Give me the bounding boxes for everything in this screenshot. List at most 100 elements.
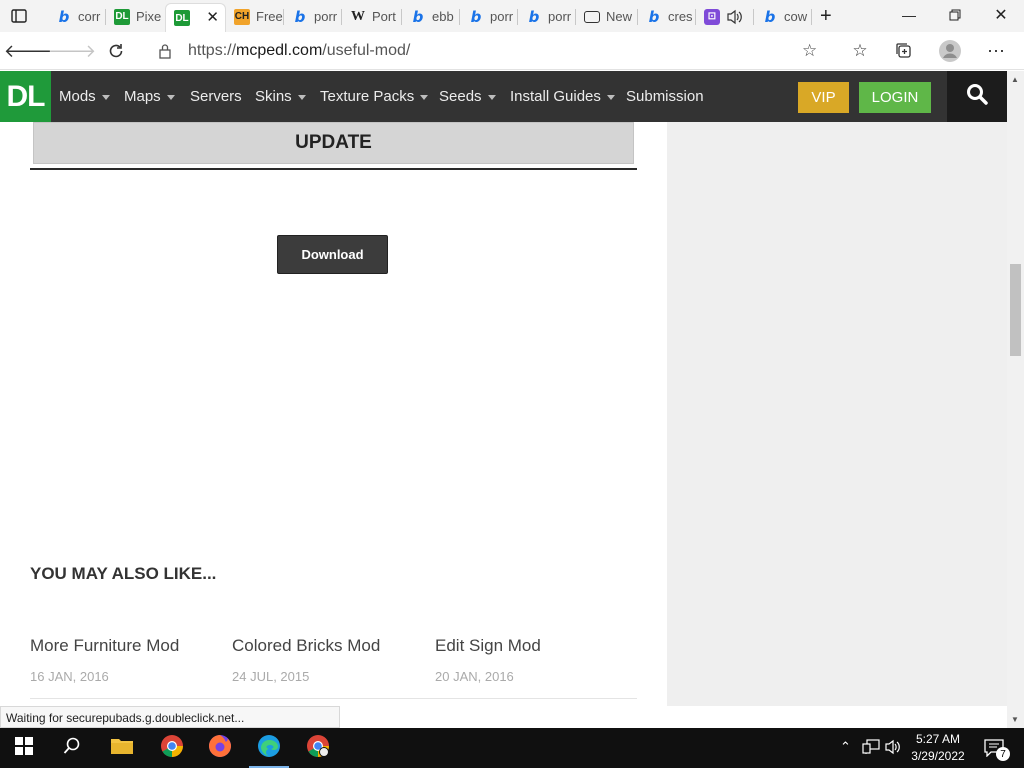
caret-down-icon <box>166 94 175 100</box>
chrome-profile-button[interactable] <box>294 728 342 768</box>
bing-icon: b <box>764 7 776 26</box>
scrollbar-thumb[interactable] <box>1010 264 1021 356</box>
scroll-down-icon[interactable]: ▼ <box>1011 715 1019 724</box>
browser-tab[interactable]: W Port <box>342 3 402 30</box>
close-window-icon[interactable]: ✕ <box>978 0 1024 30</box>
windows-icon <box>15 736 33 760</box>
ch-icon: CH <box>234 8 250 25</box>
collections-icon[interactable] <box>890 38 918 64</box>
file-explorer-button[interactable] <box>98 728 146 768</box>
nav-mods[interactable]: Mods <box>59 88 110 105</box>
chrome-icon <box>160 734 184 763</box>
scroll-up-icon[interactable]: ▲ <box>1011 75 1019 84</box>
browser-tab[interactable]: ⊡ <box>696 3 754 30</box>
divider <box>30 698 637 699</box>
browser-tab[interactable]: DL Pixe <box>106 3 164 30</box>
notification-count-badge: 7 <box>996 747 1010 761</box>
related-post-date: 20 JAN, 2016 <box>435 669 514 684</box>
browser-tab-active[interactable]: DL ✕ <box>165 3 226 32</box>
browser-tab[interactable]: b cow <box>754 3 812 30</box>
sidebar <box>667 122 1007 706</box>
related-post-title[interactable]: Edit Sign Mod <box>435 636 541 656</box>
refresh-icon[interactable] <box>102 38 130 64</box>
related-post-date: 24 JUL, 2015 <box>232 669 310 684</box>
bing-icon: b <box>412 7 424 26</box>
dl-icon: DL <box>174 10 190 26</box>
related-post-title[interactable]: More Furniture Mod <box>30 636 179 656</box>
nav-install-guides[interactable]: Install Guides <box>510 88 615 105</box>
new-tab-icon[interactable]: + <box>820 5 832 28</box>
action-center-button[interactable]: 7 <box>974 728 1014 768</box>
bing-icon: b <box>58 7 70 26</box>
twitch-icon: ⊡ <box>704 8 720 25</box>
search-icon <box>63 737 81 760</box>
taskbar: ⌃ 5:27 AM 3/29/2022 7 <box>0 728 1024 768</box>
nav-maps[interactable]: Maps <box>124 88 175 105</box>
dl-icon: DL <box>114 8 130 25</box>
related-post-title[interactable]: Colored Bricks Mod <box>232 636 380 656</box>
related-post[interactable]: Edit Sign Mod 20 JAN, 2016 <box>435 636 541 684</box>
more-options-icon[interactable]: ⋯ <box>982 38 1010 64</box>
browser-tab[interactable]: New <box>576 3 638 30</box>
volume-icon[interactable] <box>884 739 902 758</box>
favorites-icon[interactable]: ☆ <box>846 38 874 64</box>
minimize-icon[interactable]: — <box>886 0 932 30</box>
show-hidden-icons-icon[interactable]: ⌃ <box>840 739 851 755</box>
nav-servers[interactable]: Servers <box>190 88 242 105</box>
address-bar-row: 🡐 🡒 https://mcpedl.com/useful-mod/ ☆ ☆ ⋯ <box>0 32 1024 70</box>
profile-avatar[interactable] <box>936 38 964 64</box>
chrome-icon <box>306 734 330 763</box>
nav-seeds[interactable]: Seeds <box>439 88 496 105</box>
vertical-scrollbar[interactable]: ▲ ▼ <box>1007 71 1024 728</box>
caret-down-icon <box>297 94 306 100</box>
caret-down-icon <box>487 94 496 100</box>
related-post[interactable]: Colored Bricks Mod 24 JUL, 2015 <box>232 636 380 684</box>
search-icon <box>966 83 988 110</box>
site-header: DL Mods Maps Servers Skins Texture Packs… <box>0 71 1007 122</box>
tab-actions-icon[interactable] <box>10 7 28 25</box>
related-posts-title: YOU MAY ALSO LIKE... <box>30 564 217 583</box>
divider <box>30 168 637 170</box>
browser-tab[interactable]: b cres <box>638 3 696 30</box>
restore-icon[interactable] <box>932 0 978 30</box>
firefox-icon <box>208 734 232 763</box>
lock-icon[interactable] <box>158 43 172 64</box>
vip-button[interactable]: VIP <box>798 82 849 113</box>
system-clock[interactable]: 5:27 AM 3/29/2022 <box>905 731 971 765</box>
speaker-icon[interactable] <box>726 9 744 25</box>
browser-tab[interactable]: b corr <box>48 3 106 30</box>
related-post-date: 16 JAN, 2016 <box>30 669 109 684</box>
close-tab-icon[interactable]: ✕ <box>206 8 219 26</box>
related-post[interactable]: More Furniture Mod 16 JAN, 2016 <box>30 636 179 684</box>
nav-texture-packs[interactable]: Texture Packs <box>320 88 429 105</box>
search-taskbar-button[interactable] <box>48 728 96 768</box>
edge-button[interactable] <box>245 728 293 768</box>
bing-icon: b <box>470 7 482 26</box>
firefox-button[interactable] <box>196 728 244 768</box>
caret-down-icon <box>101 94 110 100</box>
url-field[interactable]: https://mcpedl.com/useful-mod/ ☆ <box>144 36 836 66</box>
folder-icon <box>110 736 134 761</box>
nav-skins[interactable]: Skins <box>255 88 306 105</box>
back-icon[interactable]: 🡐 <box>4 38 52 64</box>
nav-submission[interactable]: Submission <box>626 88 704 105</box>
download-button[interactable]: Download <box>277 235 388 274</box>
newtab-icon <box>584 10 600 23</box>
search-button[interactable] <box>947 71 1007 122</box>
network-icon[interactable] <box>862 739 880 758</box>
browser-tab[interactable]: CH Free <box>226 3 284 30</box>
wikipedia-icon: W <box>351 8 365 24</box>
browser-tab[interactable]: b porr <box>284 3 342 30</box>
bing-icon: b <box>294 7 306 26</box>
start-button[interactable] <box>0 728 48 768</box>
browser-tab[interactable]: b porr <box>460 3 518 30</box>
caret-down-icon <box>606 94 615 100</box>
add-favorite-icon[interactable]: ☆ <box>802 41 817 61</box>
browser-tab[interactable]: b ebb <box>402 3 460 30</box>
tab-strip: b corr DL Pixe DL ✕ CH Free b porr W Port b ebb… <box>0 0 1024 32</box>
chrome-button[interactable] <box>148 728 196 768</box>
browser-tab[interactable]: b porr <box>518 3 576 30</box>
bing-icon: b <box>528 7 540 26</box>
login-button[interactable]: LOGIN <box>859 82 931 113</box>
site-logo[interactable]: DL <box>0 71 51 122</box>
